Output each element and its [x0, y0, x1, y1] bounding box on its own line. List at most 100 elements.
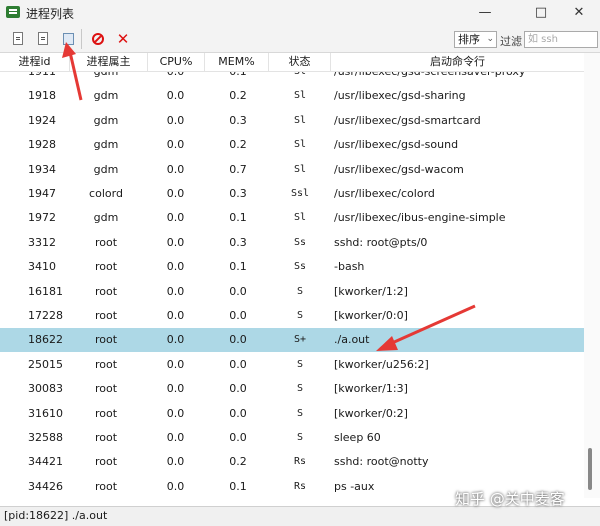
cell-cpu: 0.0: [166, 284, 185, 298]
status-text: [pid:18622] ./a.out: [4, 509, 108, 522]
kill-process-button[interactable]: ✕: [114, 30, 132, 48]
table-row[interactable]: 1928 gdm 0.0 0.2 Sl/usr/libexec/gsd-sound: [0, 133, 584, 157]
table-row[interactable]: 1934 gdm 0.0 0.7 Sl/usr/libexec/gsd-wacom: [0, 158, 584, 182]
cell-command: /usr/libexec/colord: [334, 187, 435, 200]
column-header-pid[interactable]: 进程id: [0, 53, 70, 71]
status-bar: [pid:18622] ./a.out: [0, 506, 600, 526]
toolbar: ✕ 排序 ⌄ 过滤 如 ssh: [0, 26, 600, 53]
cell-mem: 0.7: [229, 162, 247, 176]
cell-state: Ss: [293, 261, 307, 273]
cell-mem: 0.1: [229, 479, 247, 493]
cell-mem: 0.3: [229, 235, 247, 249]
cell-pid: 1918: [28, 89, 56, 103]
cell-pid: 30083: [28, 382, 63, 396]
cell-pid: 34421: [28, 455, 63, 469]
stop-process-button[interactable]: [89, 30, 107, 48]
table-row[interactable]: 31610 root 0.0 0.0 S [kworker/0:2]: [0, 402, 584, 426]
cell-cpu: 0.0: [166, 431, 185, 444]
refresh-button[interactable]: [9, 30, 27, 48]
cell-pid: 1934: [28, 162, 56, 176]
cell-command: [kworker/1:3]: [334, 382, 408, 396]
cell-pid: 16181: [28, 284, 63, 298]
cell-owner: root: [94, 260, 118, 274]
column-header-owner[interactable]: 进程属主: [70, 53, 148, 71]
table-row[interactable]: 1918 gdm 0.0 0.2 Sl/usr/libexec/gsd-sharing: [0, 84, 584, 108]
scrollbar-thumb[interactable]: [588, 448, 592, 490]
table-row[interactable]: 1947 colord 0.0 0.3 Ssl/usr/libexec/colord: [0, 182, 584, 206]
window-close-button[interactable]: ✕: [556, 0, 600, 26]
cell-cpu: 0.0: [166, 406, 185, 420]
cell-owner: root: [94, 309, 118, 322]
cell-cpu: 0.0: [166, 235, 185, 249]
table-row[interactable]: 30083 root 0.0 0.0 S [kworker/1:3]: [0, 377, 584, 401]
cell-owner: gdm: [93, 89, 119, 103]
cell-command: sshd: root@notty: [334, 455, 429, 469]
table-row[interactable]: 3312 root 0.0 0.3 Ss sshd: root@pts/0: [0, 231, 584, 255]
title-bar: 进程列表 — □ ✕: [0, 0, 600, 26]
cell-owner: gdm: [93, 138, 119, 152]
cell-cpu: 0.0: [166, 333, 185, 347]
app-icon: [6, 6, 20, 18]
table-row[interactable]: 18622 root 0.0 0.0 S+ ./a.out: [0, 328, 584, 353]
cell-owner: root: [94, 479, 118, 493]
table-row[interactable]: 25015 root 0.0 0.0 S [kworker/u256:2]: [0, 353, 584, 377]
cell-owner: root: [94, 406, 118, 420]
cell-cpu: 0.0: [148, 72, 203, 84]
cell-pid: 3410: [28, 260, 56, 274]
cell-mem: 0.0: [229, 284, 247, 298]
minimize-button[interactable]: —: [462, 0, 508, 26]
column-header-mem[interactable]: MEM%: [205, 53, 269, 71]
watermark: 知乎 @关中麦客: [455, 490, 565, 508]
table-row[interactable]: 34421 root 0.0 0.2 Rs sshd: root@notty: [0, 450, 584, 474]
cell-pid: 1924: [28, 113, 56, 127]
cell-mem: 0.3: [229, 113, 247, 127]
cell-command: /usr/libexec/ibus-engine-simple: [334, 211, 506, 225]
table-row[interactable]: 16181 root 0.0 0.0 S [kworker/1:2]: [0, 280, 584, 304]
cell-mem: 0.0: [229, 357, 247, 371]
table-row[interactable]: 17228 root 0.0 0.0 S [kworker/0:0]: [0, 304, 584, 328]
column-header-cpu[interactable]: CPU%: [148, 53, 205, 71]
window-title: 进程列表: [26, 7, 75, 21]
sort-select-value: 排序: [458, 33, 480, 46]
cell-command: [kworker/0:0]: [334, 309, 408, 322]
cell-owner: gdm: [93, 113, 119, 127]
table-row[interactable]: 1911 gdm 0.0 0.1 Sl/usr/libexec/gsd-screensa…: [0, 72, 584, 84]
cell-mem: 0.2: [229, 138, 247, 152]
cell-cpu: 0.0: [166, 113, 185, 127]
cell-cpu: 0.0: [166, 479, 185, 493]
cell-mem: 0.0: [229, 333, 247, 347]
cell-owner: root: [94, 431, 118, 444]
cell-cpu: 0.0: [166, 211, 185, 225]
list-view-button[interactable]: [59, 30, 77, 48]
close-icon: ✕: [116, 30, 130, 48]
cell-owner: root: [94, 333, 118, 347]
cell-pid: 1911: [28, 72, 56, 84]
cell-owner: root: [94, 284, 118, 298]
filter-input[interactable]: 如 ssh: [524, 31, 598, 48]
cell-pid: 1928: [28, 138, 56, 152]
sort-select[interactable]: 排序 ⌄: [454, 31, 497, 48]
export-button[interactable]: [34, 30, 52, 48]
column-header-command[interactable]: 启动命令行: [331, 53, 584, 71]
table-header: 进程id 进程属主 CPU% MEM% 状态 启动命令行: [0, 53, 584, 72]
cell-state: Sl: [293, 212, 307, 224]
cell-cpu: 0.0: [166, 89, 185, 103]
cell-command: /usr/libexec/gsd-smartcard: [334, 113, 481, 127]
cell-state: S: [296, 358, 304, 370]
cell-command: sleep 60: [334, 431, 381, 444]
cell-state: Ssl: [290, 188, 310, 199]
cell-mem: 0.0: [229, 431, 247, 444]
cell-mem: 0.0: [229, 406, 247, 420]
vertical-scrollbar[interactable]: [584, 53, 600, 498]
filter-label: 过滤: [500, 35, 522, 48]
table-row[interactable]: 1972 gdm 0.0 0.1 Sl/usr/libexec/ibus-engine-…: [0, 206, 584, 230]
table-row[interactable]: 3410 root 0.0 0.1 Ss -bash: [0, 255, 584, 279]
column-header-state[interactable]: 状态: [269, 53, 331, 71]
export-doc-icon: [38, 32, 48, 45]
cell-state: Sl: [293, 114, 307, 126]
cell-state: Sl: [272, 72, 328, 84]
table-row[interactable]: 32588 root 0.0 0.0 Ssleep 60: [0, 426, 584, 450]
cell-state: Sl: [293, 90, 307, 102]
cell-state: Rs: [293, 480, 307, 492]
table-row[interactable]: 1924 gdm 0.0 0.3 Sl/usr/libexec/gsd-smartcar…: [0, 109, 584, 133]
